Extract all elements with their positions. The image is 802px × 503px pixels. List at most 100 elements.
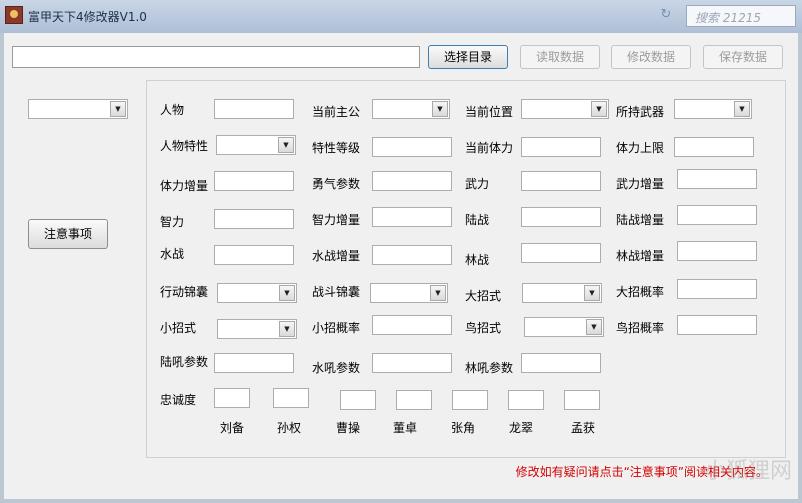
chevron-down-icon: ▼	[430, 285, 446, 301]
person-field[interactable]	[214, 99, 294, 119]
trait-level-field[interactable]	[372, 137, 452, 157]
search-box[interactable]: 搜索 21215	[686, 5, 796, 27]
courage-label: 勇气参数	[312, 177, 361, 191]
forest-field[interactable]	[521, 243, 601, 263]
current-hp-label: 当前体力	[465, 141, 514, 155]
water-gain-label: 水战增量	[312, 249, 361, 263]
big-prob-field[interactable]	[677, 279, 757, 299]
bird-move-label: 鸟招式	[465, 321, 502, 335]
bird-move-dropdown[interactable]: ▼	[524, 317, 604, 337]
forest-gain-label: 林战增量	[616, 249, 665, 263]
land-roar-field[interactable]	[214, 353, 294, 373]
app-icon	[5, 6, 23, 24]
lord-name-label: 董卓	[393, 421, 418, 435]
intel-field[interactable]	[214, 209, 294, 229]
lord-name-label: 孙权	[277, 421, 302, 435]
water-label: 水战	[160, 247, 185, 261]
search-text: 搜索 21215	[695, 11, 761, 25]
chevron-down-icon: ▼	[584, 285, 600, 301]
water-gain-field[interactable]	[372, 245, 452, 265]
courage-field[interactable]	[372, 171, 452, 191]
water-field[interactable]	[214, 245, 294, 265]
intel-label: 智力	[160, 215, 185, 229]
big-move-dropdown[interactable]: ▼	[522, 283, 602, 303]
chevron-down-icon: ▼	[278, 137, 294, 153]
select-directory-button[interactable]: 选择目录	[428, 45, 508, 69]
trait-dropdown[interactable]: ▼	[216, 135, 296, 155]
position-label: 当前位置	[465, 105, 514, 119]
lord-name-label: 刘备	[220, 421, 245, 435]
loyalty-field-dongzhuo[interactable]	[396, 390, 432, 410]
lord-label: 当前主公	[312, 105, 361, 119]
force-label: 武力	[465, 177, 490, 191]
move-kit-label: 行动锦囊	[160, 285, 209, 299]
small-prob-field[interactable]	[372, 315, 452, 335]
modify-data-button[interactable]: 修改数据	[611, 45, 691, 69]
intel-gain-label: 智力增量	[312, 213, 361, 227]
weapon-label: 所持武器	[616, 105, 665, 119]
person-label: 人物	[160, 103, 185, 117]
loyalty-field-liubei[interactable]	[214, 388, 250, 408]
chevron-down-icon: ▼	[734, 101, 750, 117]
trait-level-label: 特性等级	[312, 141, 361, 155]
force-field[interactable]	[521, 171, 601, 191]
land-gain-field[interactable]	[677, 205, 757, 225]
loyalty-field-sunquan[interactable]	[273, 388, 309, 408]
lord-name-label: 曹操	[336, 421, 361, 435]
chevron-down-icon: ▼	[591, 101, 607, 117]
battle-kit-label: 战斗锦囊	[312, 285, 361, 299]
small-prob-label: 小招概率	[312, 321, 361, 335]
save-data-button[interactable]: 保存数据	[703, 45, 783, 69]
watermark-logo: 小狐狸网	[703, 459, 792, 484]
bird-prob-field[interactable]	[677, 315, 757, 335]
max-hp-label: 体力上限	[616, 141, 665, 155]
current-hp-field[interactable]	[521, 137, 601, 157]
notice-button[interactable]: 注意事项	[28, 219, 108, 249]
forest-gain-field[interactable]	[677, 241, 757, 261]
chevron-down-icon: ▼	[110, 101, 126, 117]
land-gain-label: 陆战增量	[616, 213, 665, 227]
trait-label: 人物特性	[160, 139, 209, 153]
lord-name-label: 龙翠	[509, 421, 534, 435]
lord-name-label: 孟获	[571, 421, 596, 435]
loyalty-field-caocao[interactable]	[340, 390, 376, 410]
chevron-down-icon: ▼	[432, 101, 448, 117]
loyalty-label: 忠诚度	[160, 393, 197, 407]
save-slot-dropdown[interactable]: ▼	[28, 99, 128, 119]
small-move-label: 小招式	[160, 321, 197, 335]
max-hp-field[interactable]	[674, 137, 754, 157]
bird-prob-label: 鸟招概率	[616, 321, 665, 335]
hp-gain-label: 体力增量	[160, 179, 209, 193]
forest-roar-field[interactable]	[521, 353, 601, 373]
big-move-label: 大招式	[465, 289, 502, 303]
big-prob-label: 大招概率	[616, 285, 665, 299]
path-input[interactable]	[12, 46, 420, 68]
forest-roar-label: 林吼参数	[465, 361, 514, 375]
land-field[interactable]	[521, 207, 601, 227]
loyalty-field-longcui[interactable]	[508, 390, 544, 410]
loyalty-field-zhangjiao[interactable]	[452, 390, 488, 410]
read-data-button[interactable]: 读取数据	[520, 45, 600, 69]
refresh-icon[interactable]: ↻	[652, 7, 680, 27]
water-roar-label: 水吼参数	[312, 361, 361, 375]
chevron-down-icon: ▼	[279, 321, 295, 337]
land-label: 陆战	[465, 213, 490, 227]
loyalty-field-menghuo[interactable]	[564, 390, 600, 410]
lord-name-label: 张角	[451, 421, 476, 435]
position-dropdown[interactable]: ▼	[521, 99, 609, 119]
client-area: 选择目录 读取数据 修改数据 保存数据 ▼ 注意事项 人物 当前主公 ▼ 当前位…	[4, 33, 798, 499]
forest-label: 林战	[465, 253, 490, 267]
lord-dropdown[interactable]: ▼	[372, 99, 450, 119]
chevron-down-icon: ▼	[586, 319, 602, 335]
intel-gain-field[interactable]	[372, 207, 452, 227]
move-kit-dropdown[interactable]: ▼	[217, 283, 297, 303]
window-title: 富甲天下4修改器V1.0	[28, 10, 147, 24]
force-gain-field[interactable]	[677, 169, 757, 189]
hp-gain-field[interactable]	[214, 171, 294, 191]
title-bar: 富甲天下4修改器V1.0 ↻ 搜索 21215	[0, 0, 802, 33]
battle-kit-dropdown[interactable]: ▼	[370, 283, 448, 303]
land-roar-label: 陆吼参数	[160, 355, 209, 369]
small-move-dropdown[interactable]: ▼	[217, 319, 297, 339]
weapon-dropdown[interactable]: ▼	[674, 99, 752, 119]
water-roar-field[interactable]	[372, 353, 452, 373]
